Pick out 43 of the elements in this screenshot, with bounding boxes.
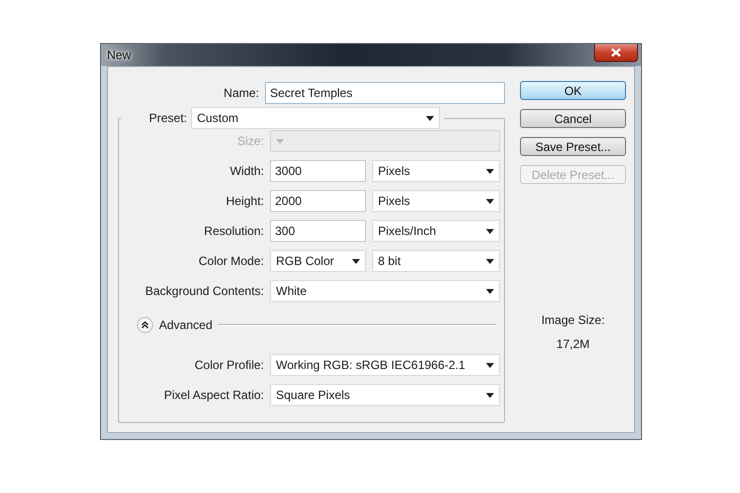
field-label: Height: <box>224 194 264 208</box>
input-field[interactable]: 2000 <box>270 190 366 212</box>
field-label: Pixel Aspect Ratio: <box>162 388 264 402</box>
caret-icon <box>486 392 494 398</box>
input-field[interactable]: 3000 <box>270 160 366 182</box>
close-icon <box>611 48 621 57</box>
dialog-button[interactable]: OK <box>520 81 626 100</box>
dropdown[interactable]: 8 bit <box>372 250 500 272</box>
input-field[interactable]: 300 <box>270 220 366 242</box>
field-label: Width: <box>228 164 264 178</box>
field-label: Preset: <box>149 111 188 125</box>
caret-icon <box>426 116 434 120</box>
caret-icon <box>486 228 494 234</box>
preset-dropdown[interactable]: Custom <box>191 107 440 129</box>
field-label: Resolution: <box>202 224 264 238</box>
caret-icon <box>486 198 494 204</box>
dialog-button[interactable]: Cancel <box>520 109 626 128</box>
field-label: Color Mode: <box>198 254 264 268</box>
field-label: Name: <box>222 86 259 100</box>
field-label: Size: <box>236 134 264 148</box>
collapse-icon[interactable] <box>137 317 153 333</box>
unit-dropdown[interactable]: Pixels <box>372 160 500 182</box>
field-label: Color Profile: <box>194 358 264 372</box>
caret-icon <box>486 258 494 264</box>
caret-icon <box>276 138 284 144</box>
dropdown[interactable]: Square Pixels <box>270 384 500 406</box>
section-label: Advanced <box>159 318 212 332</box>
image-size-value: 17,2M <box>556 337 590 351</box>
close-button[interactable] <box>594 44 638 62</box>
dropdown[interactable]: Working RGB: sRGB IEC61966-2.1 <box>270 354 500 376</box>
unit-dropdown[interactable]: Pixels <box>372 190 500 212</box>
dropdown[interactable]: RGB Color <box>270 250 366 272</box>
name-field[interactable]: Secret Temples <box>265 82 505 104</box>
caret-icon <box>352 258 360 264</box>
caret-icon <box>486 288 494 294</box>
dropdown[interactable]: White <box>270 280 500 302</box>
image-size-label: Image Size: <box>541 313 605 327</box>
caret-icon <box>486 168 494 174</box>
caret-icon <box>486 362 494 368</box>
window-title: New <box>107 48 132 62</box>
field-label: Background Contents: <box>144 284 264 298</box>
unit-dropdown[interactable]: Pixels/Inch <box>372 220 500 242</box>
dialog-button[interactable]: Save Preset... <box>520 137 626 156</box>
